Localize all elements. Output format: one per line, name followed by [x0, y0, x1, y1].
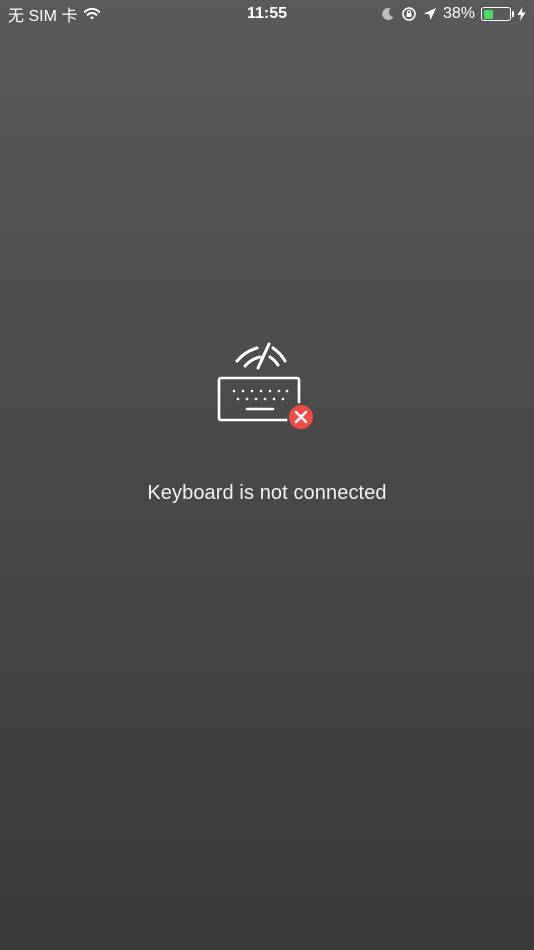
wifi-icon [83, 7, 101, 21]
battery-level-fill [483, 9, 493, 19]
status-left: 无 SIM 卡 [8, 4, 101, 25]
battery-icon [481, 7, 514, 21]
charging-bolt-icon [517, 7, 526, 21]
orientation-lock-icon [401, 6, 417, 22]
battery-nub [511, 11, 514, 17]
status-right: 38% [381, 4, 526, 24]
main-content: Keyboard is not connected [0, 338, 534, 505]
moon-icon [381, 7, 395, 21]
carrier-label: 无 SIM 卡 [8, 8, 78, 25]
location-arrow-icon [423, 7, 437, 21]
battery-percent: 38% [442, 5, 475, 22]
keyboard-disconnected-icon [212, 338, 322, 438]
keyboard-status-message: Keyboard is not connected [147, 482, 387, 504]
status-bar: 无 SIM 卡 11:55 38% [0, 0, 534, 28]
